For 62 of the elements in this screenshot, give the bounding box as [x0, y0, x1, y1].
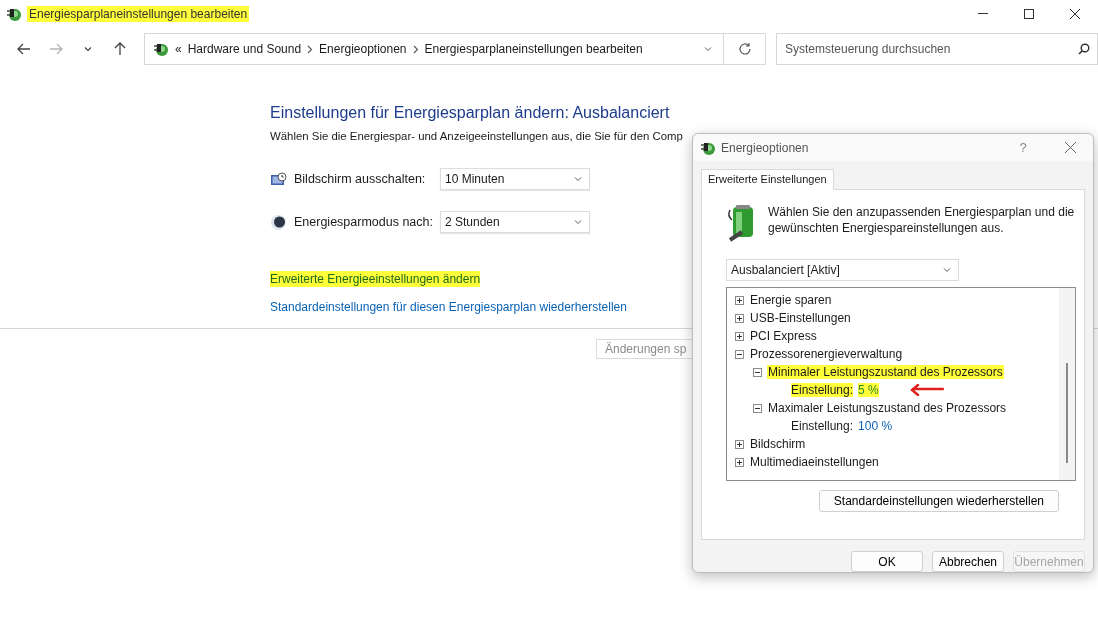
minimize-icon	[978, 13, 988, 14]
page-heading: Einstellungen für Energiesparplan ändern: Ausbalanciert	[270, 104, 671, 122]
breadcrumb[interactable]: Hardware und Sound	[187, 42, 302, 56]
setting-label: Einstellung:	[791, 419, 854, 434]
restore-defaults-button[interactable]: Standardeinstellungen wiederherstellen	[818, 490, 1059, 513]
tree-item[interactable]: Maximaler Leistungszustand des Prozessors	[767, 401, 1008, 416]
setting-label: Energiesparmodus nach:	[294, 215, 433, 229]
link[interactable]: Erweiterte Energieeinstellungen ändern	[270, 271, 481, 287]
recent-locations-icon[interactable]	[84, 46, 92, 52]
close-icon	[1070, 8, 1080, 19]
expand-icon[interactable]	[735, 439, 744, 449]
dialog-title: Energieoptionen	[721, 140, 809, 155]
plan-dropdown[interactable]: Ausbalanciert [Aktiv]	[726, 259, 959, 282]
up-arrow-icon[interactable]	[114, 42, 126, 56]
link[interactable]: Standardeinstellungen für diesen Energiesparplan wiederherstellen	[270, 299, 627, 315]
search-icon	[1078, 43, 1090, 55]
dropdown[interactable]: 2 Stunden	[440, 211, 590, 233]
monitor-clock-icon	[270, 171, 287, 187]
expand-icon[interactable]	[735, 295, 744, 305]
setting-value[interactable]: 100 %	[858, 419, 893, 434]
tree-item[interactable]: PCI Express	[749, 329, 818, 344]
setting-label: Einstellung:	[791, 383, 854, 398]
dialog-button[interactable]: OK	[851, 551, 923, 572]
setting-label: Bildschirm ausschalten:	[294, 172, 426, 186]
address-bar[interactable]: « Hardware und Sound Energieoptionen Energiesparplaneinstellungen bearbeiten	[144, 33, 724, 65]
save-changes-button[interactable]: Änderungen sp	[596, 339, 692, 359]
expand-icon[interactable]	[735, 457, 744, 467]
moon-icon	[270, 213, 287, 231]
tree-item[interactable]: Bildschirm	[749, 437, 807, 452]
separator-chevron-icon	[307, 44, 314, 54]
separator-chevron-icon	[412, 44, 419, 54]
power-plan-icon	[153, 41, 169, 57]
tree-item[interactable]: Energie sparen	[749, 293, 833, 308]
tree-item[interactable]: Prozessorenergieverwaltung	[749, 347, 904, 362]
breadcrumb[interactable]: Energieoptionen	[319, 42, 407, 56]
refresh-icon	[737, 42, 752, 56]
window-title: Energiesparplaneinstellungen bearbeiten	[27, 5, 250, 22]
tab[interactable]: Erweiterte Einstellungen	[701, 169, 834, 191]
maximize-icon	[1024, 8, 1034, 19]
tree-item[interactable]: USB-Einstellungen	[749, 311, 852, 326]
tree-item[interactable]: Minimaler Leistungszustand des Prozessors	[767, 365, 1004, 380]
back-arrow-icon[interactable]	[17, 43, 31, 55]
expand-icon[interactable]	[735, 313, 744, 323]
tree-item[interactable]: Multimediaeinstellungen	[749, 455, 880, 470]
help-button[interactable]: ?	[1004, 140, 1042, 156]
breadcrumb[interactable]: Energiesparplaneinstellungen bearbeiten	[424, 42, 643, 56]
dialog-button[interactable]: Abbrechen	[932, 551, 1004, 572]
overflow-chevron[interactable]: «	[175, 42, 182, 56]
refresh-button[interactable]	[724, 33, 766, 65]
setting-value[interactable]: 5 %	[858, 383, 879, 398]
collapse-icon[interactable]	[753, 403, 762, 413]
collapse-icon[interactable]	[753, 367, 762, 377]
dropdown[interactable]: 10 Minuten	[440, 168, 590, 190]
description: Wählen Sie die Energiespar- und Anzeigeeinstellungen aus, die Sie für den Comp	[270, 130, 683, 142]
scrollbar[interactable]	[1059, 288, 1075, 481]
close-icon	[1064, 142, 1076, 154]
intro-text: Wählen Sie den anzupassenden Energiesparplan und die gewünschten Energiespareinstellungen aus.	[768, 204, 1076, 237]
dropdown-icon	[573, 174, 583, 184]
search-field[interactable]: Systemsteuerung durchsuchen	[776, 33, 1098, 65]
expand-icon[interactable]	[735, 331, 744, 341]
collapse-icon[interactable]	[735, 349, 744, 359]
dropdown-icon	[573, 217, 583, 227]
